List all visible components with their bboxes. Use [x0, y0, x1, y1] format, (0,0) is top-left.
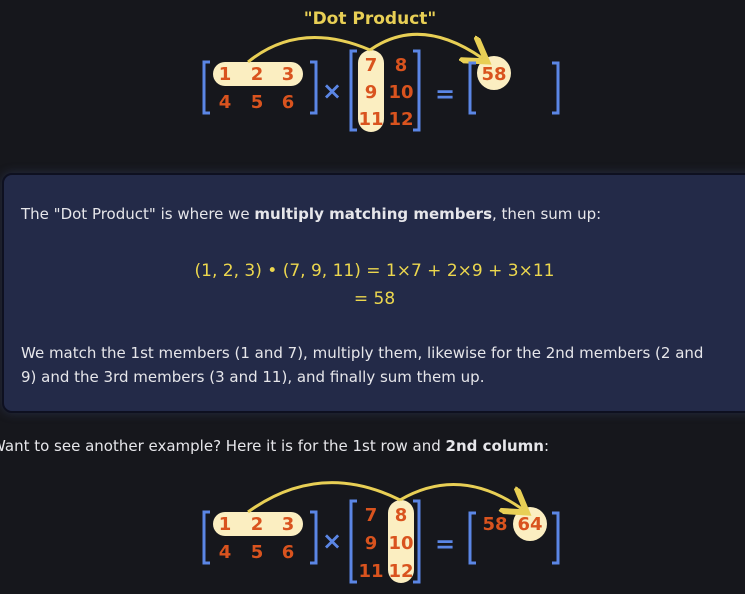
- dot-product-diagram-2: 1 2 3 4 5 6 × 7 8 9 10 11 12 = 58 64: [202, 481, 560, 584]
- another-example-text: Want to see another example? Here it is …: [0, 437, 549, 455]
- text: The "Dot Product" is where we: [21, 205, 255, 223]
- text: , then sum up:: [492, 205, 602, 223]
- matrix-cell: 7: [365, 505, 378, 526]
- matrix-cell: 9: [365, 82, 378, 103]
- bold-text: 2nd column: [445, 437, 544, 455]
- result-cell: 64: [517, 514, 542, 535]
- result-cell: 58: [482, 514, 507, 535]
- matrix-cell: 5: [251, 542, 264, 563]
- diagram-title: "Dot Product": [304, 9, 437, 29]
- equals-sign: =: [435, 80, 455, 108]
- matrix-cell: 11: [358, 109, 383, 130]
- equals-sign: =: [435, 530, 455, 558]
- matrix-cell: 2: [251, 514, 264, 535]
- matrix-cell: 3: [282, 64, 295, 85]
- matrix-cell: 11: [358, 561, 383, 582]
- arrow-arc: [369, 32, 482, 58]
- times-sign: ×: [322, 77, 342, 105]
- matrix-cell: 12: [388, 109, 413, 130]
- matrix-cell: 3: [282, 514, 295, 535]
- explanation-box: The "Dot Product" is where we multiply m…: [2, 173, 745, 413]
- matrix-cell: 6: [282, 92, 295, 113]
- matrix-cell: 5: [251, 92, 264, 113]
- matrix-cell: 2: [251, 64, 264, 85]
- matrix-cell: 4: [219, 542, 232, 563]
- matrix-cell: 8: [395, 505, 408, 526]
- explanation-intro: The "Dot Product" is where we multiply m…: [21, 205, 601, 223]
- text: :: [543, 437, 550, 455]
- equation-result: = 58: [353, 289, 396, 309]
- dot-product-diagram-1: "Dot Product" 1 2 3 4 5 6 × 7 8 9 10 11 …: [202, 9, 560, 132]
- matrix-cell: 9: [365, 533, 378, 554]
- matrix-cell: 10: [388, 533, 413, 554]
- times-sign: ×: [322, 527, 342, 555]
- matrix-cell: 10: [388, 82, 413, 103]
- matrix-cell: 1: [219, 64, 232, 85]
- matrix-cell: 7: [365, 55, 378, 76]
- bold-text: multiply matching members: [254, 205, 493, 223]
- matrix-cell: 12: [388, 561, 413, 582]
- matrix-cell: 8: [395, 55, 408, 76]
- result-cell: 58: [481, 64, 506, 85]
- matrix-cell: 6: [282, 542, 295, 563]
- matrix-cell: 1: [219, 514, 232, 535]
- explanation-detail: We match the 1st members (1 and 7), mult…: [21, 344, 704, 386]
- equation-line: (1, 2, 3) • (7, 9, 11) = 1×7 + 2×9 + 3×1…: [194, 261, 555, 281]
- matrix-cell: 4: [219, 92, 232, 113]
- text: Want to see another example? Here it is …: [0, 437, 446, 455]
